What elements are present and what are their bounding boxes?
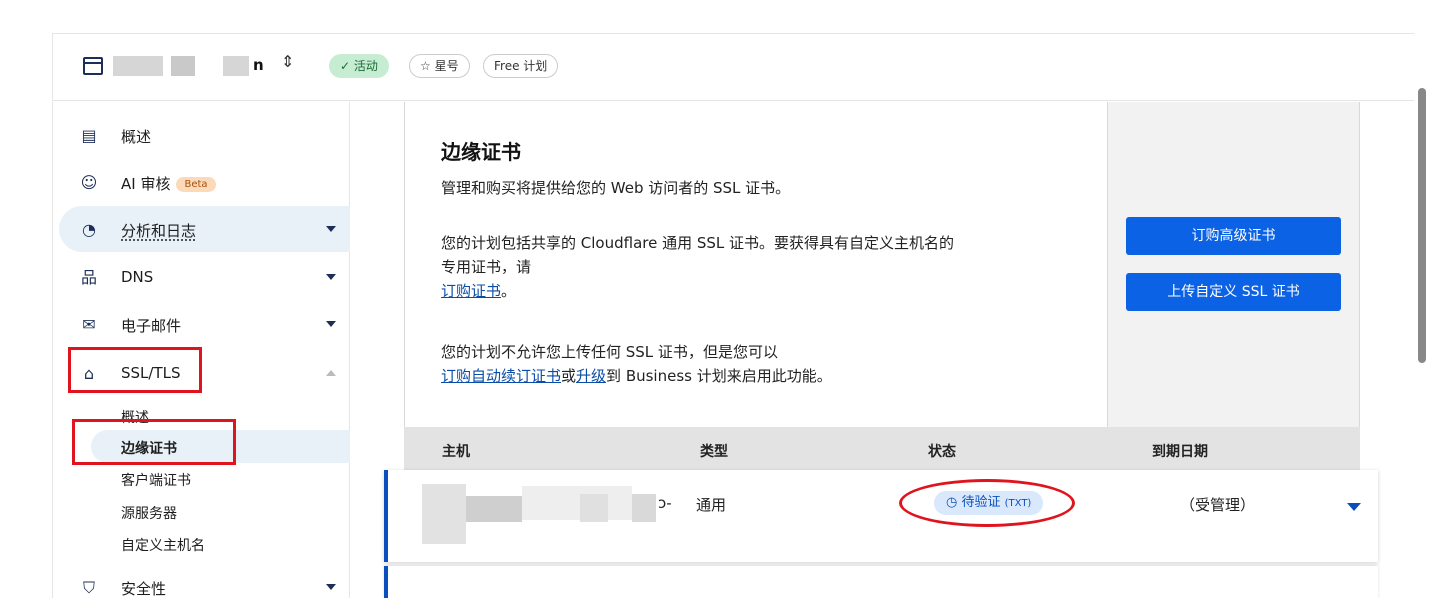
sidebar-item-label: DNS — [121, 268, 154, 286]
redacted-host — [422, 484, 466, 544]
host-cell: ɔ- — [658, 494, 672, 512]
column-header-type: 类型 — [700, 444, 728, 460]
redacted-host — [632, 494, 656, 522]
chevron-up-down-icon[interactable]: ⇕ — [281, 52, 294, 71]
sidebar-item-overview[interactable]: ▤ 概述 — [53, 112, 350, 158]
highlight-box-ssl-tls — [68, 347, 202, 393]
sidebar-item-label: 分析和日志 — [121, 222, 197, 240]
order-certificate-link[interactable]: 订购证书 — [441, 282, 501, 300]
domain-name-suffix[interactable]: n — [253, 56, 264, 74]
caret-up-icon — [326, 370, 336, 376]
network-icon: 品 — [80, 268, 97, 287]
column-header-host: 主机 — [442, 444, 470, 460]
column-header-status: 状态 — [928, 444, 956, 460]
subnav-origin-server[interactable]: 源服务器 — [121, 503, 177, 523]
zone-header: n ⇕ ✓ 活动 ☆ 星号 Free 计划 — [52, 33, 1414, 101]
clipboard-icon: ▤ — [81, 126, 97, 145]
redacted-domain — [223, 56, 249, 76]
chart-pie-icon: ◔ — [82, 220, 96, 239]
redacted-domain — [113, 56, 163, 76]
redacted-host — [466, 496, 522, 522]
caret-down-icon — [326, 274, 336, 280]
highlight-ellipse-status — [899, 479, 1075, 527]
sidebar-item-label: 安全性 — [121, 580, 167, 598]
caret-down-icon — [326, 584, 336, 590]
sidebar-item-email[interactable]: ✉ 电子邮件 — [53, 301, 350, 347]
redacted-host — [522, 486, 632, 520]
column-header-expiry: 到期日期 — [1152, 444, 1208, 460]
ai-bot-icon: ☺ — [80, 173, 98, 192]
sidebar-item-label: AI 审核 Beta — [121, 173, 216, 194]
subnav-custom-hostnames[interactable]: 自定义主机名 — [121, 535, 205, 555]
sidebar-item-label: 概述 — [121, 128, 152, 146]
redacted-domain — [171, 56, 195, 76]
scrollbar[interactable] — [1418, 88, 1426, 363]
redacted-host — [580, 494, 608, 522]
plan-badge[interactable]: Free 计划 — [483, 54, 559, 78]
type-cell: 通用 — [696, 496, 727, 514]
sidebar-item-analytics[interactable]: ◔ 分析和日志 — [59, 206, 350, 252]
plan-info-paragraph: 您的计划包括共享的 Cloudflare 通用 SSL 证书。要获得具有自定义主… — [441, 234, 955, 300]
upload-info-paragraph: 您的计划不允许您上传任何 SSL 证书，但是您可以 订购自动续订证书或升级到 B… — [441, 343, 832, 385]
status-badge-active: ✓ 活动 — [329, 54, 389, 78]
table-row[interactable] — [384, 566, 1378, 598]
order-auto-renew-link[interactable]: 订购自动续订证书 — [441, 367, 561, 385]
caret-down-icon — [326, 226, 336, 232]
sidebar-item-dns[interactable]: 品 DNS — [53, 254, 350, 300]
browser-window-icon — [83, 57, 103, 75]
shield-icon: ⛉ — [82, 578, 95, 597]
card-actions-panel — [1107, 102, 1359, 427]
subnav-client-certificates[interactable]: 客户端证书 — [121, 470, 191, 490]
beta-badge: Beta — [176, 177, 216, 192]
sidebar-item-label: 电子邮件 — [121, 317, 182, 335]
email-icon: ✉ — [82, 315, 96, 334]
card-title: 边缘证书 — [441, 140, 521, 164]
sidebar-item-security[interactable]: ⛉ 安全性 — [53, 564, 350, 598]
expand-row-icon[interactable] — [1347, 503, 1361, 511]
upgrade-link[interactable]: 升级 — [576, 367, 606, 385]
order-advanced-certificate-button[interactable]: 订购高级证书 — [1126, 217, 1341, 255]
star-button[interactable]: ☆ 星号 — [409, 54, 470, 78]
caret-down-icon — [326, 321, 336, 327]
expiry-cell: （受管理） — [1180, 496, 1256, 514]
sidebar-item-ai-audit[interactable]: ☺ AI 审核 Beta — [53, 159, 350, 205]
highlight-box-edge-certificates — [72, 419, 236, 465]
card-description: 管理和购买将提供给您的 Web 访问者的 SSL 证书。 — [441, 179, 791, 197]
upload-custom-ssl-button[interactable]: 上传自定义 SSL 证书 — [1126, 273, 1341, 311]
certificates-table-header: 主机 类型 状态 到期日期 — [404, 427, 1360, 471]
